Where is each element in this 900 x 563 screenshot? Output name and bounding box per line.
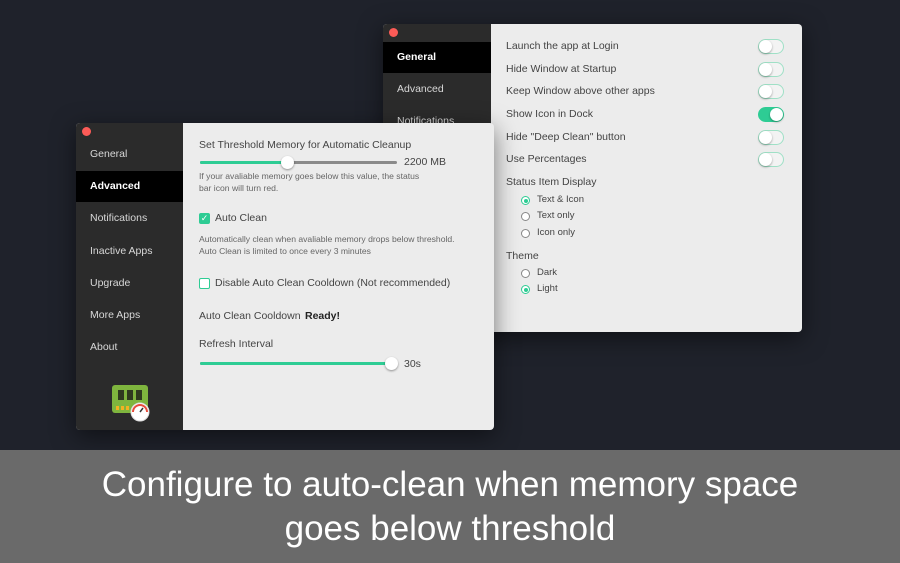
use-percentages-toggle[interactable] <box>758 152 784 167</box>
show-dock-icon-toggle[interactable] <box>758 107 784 122</box>
caption-line: Configure to auto-clean when memory spac… <box>101 465 799 504</box>
threshold-slider[interactable] <box>200 156 397 169</box>
disable-cooldown-checkbox[interactable] <box>199 278 210 289</box>
close-button[interactable] <box>389 28 398 37</box>
caption-line: goes below threshold <box>284 509 616 548</box>
radio-light[interactable] <box>521 285 530 294</box>
caption-banner: Configure to auto-clean when memory spac… <box>0 450 900 563</box>
sidebar-item-more-apps[interactable]: More Apps <box>76 300 183 331</box>
hide-deep-clean-toggle[interactable] <box>758 130 784 145</box>
launch-at-login-toggle[interactable] <box>758 39 784 54</box>
radio-label: Light <box>537 283 558 294</box>
disable-cooldown-label: Disable Auto Clean Cooldown (Not recomme… <box>215 277 451 289</box>
sidebar-item-general[interactable]: General <box>383 42 491 73</box>
sidebar-item-general[interactable]: General <box>76 139 183 170</box>
refresh-interval-label: Refresh Interval <box>199 338 274 350</box>
slider-thumb[interactable] <box>280 156 294 169</box>
advanced-content: Set Threshold Memory for Automatic Clean… <box>183 123 494 430</box>
radio-text-icon[interactable] <box>521 196 530 205</box>
advanced-settings-window: General Advanced Notifications Inactive … <box>76 123 494 430</box>
cooldown-status: Ready! <box>305 310 341 322</box>
radio-label: Dark <box>537 267 558 278</box>
ram-chip-gauge-icon <box>112 385 150 422</box>
refresh-interval-value: 30s <box>404 358 421 370</box>
sidebar-item-notifications[interactable]: Notifications <box>76 203 183 234</box>
general-content: Launch the app at Login Hide Window at S… <box>491 24 802 332</box>
theme-label: Theme <box>506 250 539 262</box>
threshold-label: Set Threshold Memory for Automatic Clean… <box>199 139 412 151</box>
auto-clean-help: Auto Clean is limited to once every 3 mi… <box>199 246 371 256</box>
auto-clean-help: Automatically clean when avaliable memor… <box>199 234 455 244</box>
toggle-label: Use Percentages <box>506 153 587 165</box>
radio-label: Text & Icon <box>537 194 584 205</box>
toggle-label: Launch the app at Login <box>506 40 619 52</box>
toggle-label: Show Icon in Dock <box>506 108 593 120</box>
sidebar-item-advanced[interactable]: Advanced <box>383 74 491 105</box>
refresh-interval-slider[interactable] <box>200 357 399 370</box>
toggle-label: Keep Window above other apps <box>506 85 655 97</box>
radio-label: Text only <box>537 210 575 221</box>
radio-icon-only[interactable] <box>521 229 530 238</box>
status-item-display-label: Status Item Display <box>506 176 597 188</box>
sidebar-item-upgrade[interactable]: Upgrade <box>76 268 183 299</box>
close-button[interactable] <box>82 127 91 136</box>
sidebar-item-about[interactable]: About <box>76 332 183 363</box>
sidebar: General Advanced Notifications Inactive … <box>76 123 183 430</box>
sidebar-item-advanced[interactable]: Advanced <box>76 171 183 202</box>
auto-clean-checkbox[interactable]: ✓ <box>199 213 210 224</box>
threshold-value: 2200 MB <box>404 156 447 168</box>
toggle-label: Hide Window at Startup <box>506 63 617 75</box>
radio-text-only[interactable] <box>521 212 530 221</box>
radio-dark[interactable] <box>521 269 530 278</box>
auto-clean-label: Auto Clean <box>215 212 267 224</box>
radio-label: Icon only <box>537 227 576 238</box>
hide-window-toggle[interactable] <box>758 62 784 77</box>
cooldown-label: Auto Clean Cooldown <box>199 310 301 322</box>
toggle-label: Hide "Deep Clean" button <box>506 131 626 143</box>
keep-above-toggle[interactable] <box>758 84 784 99</box>
sidebar-item-inactive-apps[interactable]: Inactive Apps <box>76 236 183 267</box>
threshold-help: If your avaliable memory goes below this… <box>199 171 420 193</box>
slider-thumb[interactable] <box>385 357 399 370</box>
